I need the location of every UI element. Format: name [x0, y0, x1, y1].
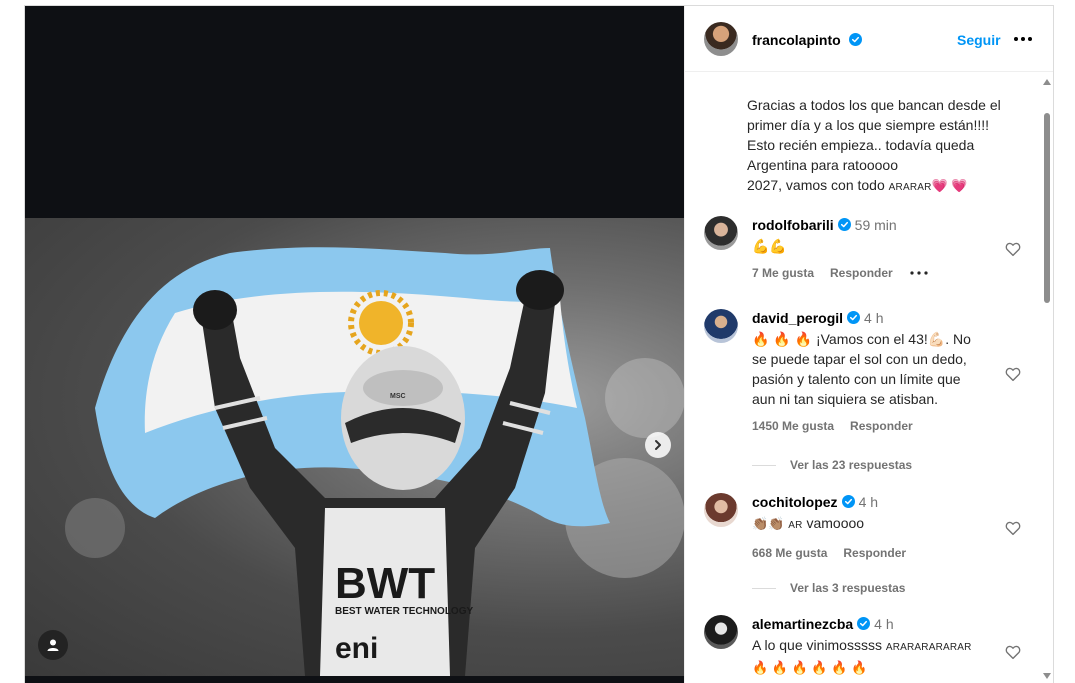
comment-avatar[interactable]	[704, 309, 738, 343]
author-avatar[interactable]	[704, 22, 738, 56]
heart-icon[interactable]	[1004, 519, 1022, 537]
reply-button[interactable]: Responder	[850, 419, 913, 433]
fire-emoji-row: 🔥 🔥 🔥 🔥 🔥 🔥	[752, 660, 868, 675]
comment-avatar[interactable]	[704, 493, 738, 527]
caption-hearts: 💗 💗	[931, 178, 968, 193]
follow-button[interactable]: Seguir	[957, 32, 1001, 48]
verified-badge-icon	[841, 495, 855, 508]
verified-badge-icon	[849, 33, 863, 46]
view-replies-button[interactable]: Ver las 23 respuestas	[752, 458, 912, 472]
comment-avatar[interactable]	[704, 615, 738, 649]
comment-username[interactable]: david_perogil	[752, 310, 843, 326]
comment-meta: 1450 Me gusta Responder	[752, 419, 1002, 433]
comment-header: david_perogil 4 h	[752, 309, 1002, 327]
author-name-wrap: francolapinto	[752, 32, 863, 50]
scrollbar-thumb[interactable]	[1044, 113, 1050, 303]
comment-main-text: A lo que vinimosssss	[752, 637, 882, 653]
next-media-button[interactable]	[645, 432, 671, 458]
comment-meta: 7 Me gusta Responder	[752, 266, 1002, 280]
comment-body: rodolfobarili 59 min 💪💪 7 Me gusta Respon…	[752, 216, 1002, 280]
comment-text: 🔥 🔥 🔥 ¡Vamos con el 43!💪🏻. No se puede t…	[752, 329, 1002, 409]
more-options-icon[interactable]	[909, 268, 929, 278]
chevron-right-icon	[655, 440, 661, 450]
reply-button[interactable]: Responder	[830, 266, 893, 280]
comment-time[interactable]: 59 min	[855, 217, 897, 233]
comments-scroll-area[interactable]: Gracias a todos los que bancan desde el …	[685, 73, 1053, 683]
comment-body: cochitolopez 4 h 👏🏽👏🏽 AR vamoooo 668 Me g…	[752, 493, 1002, 560]
comment-avatar[interactable]	[704, 216, 738, 250]
caption-last-text: 2027, vamos con todo	[747, 177, 885, 193]
more-options-icon[interactable]	[1012, 30, 1034, 48]
caption-flags: ARARAR	[888, 182, 932, 193]
author-username[interactable]: francolapinto	[752, 32, 841, 48]
comment-time[interactable]: 4 h	[859, 494, 878, 510]
scroll-down-arrow-icon[interactable]	[1043, 673, 1051, 679]
caption-line: Gracias a todos los que bancan desde el	[747, 97, 1001, 113]
post-photo: BWT BEST WATER TECHNOLOGY eni MSC	[25, 218, 684, 676]
comment-flags: ARARARARARAR	[885, 642, 972, 653]
comment-username[interactable]: rodolfobarili	[752, 217, 834, 233]
comment-text: A lo que vinimosssss ARARARARARAR 🔥 🔥 🔥 …	[752, 635, 1002, 678]
caption-line: Argentina para ratooooo	[747, 157, 898, 173]
heart-icon[interactable]	[1004, 240, 1022, 258]
comment-header: rodolfobarili 59 min	[752, 216, 1002, 234]
caption-line: 2027, vamos con todo ARARAR💗 💗	[747, 175, 1037, 198]
comment-flags: AR	[788, 520, 803, 531]
reply-button[interactable]: Responder	[843, 546, 906, 560]
user-icon	[47, 639, 59, 651]
comment-meta: 668 Me gusta Responder	[752, 546, 1002, 560]
comment-main-text: vamoooo	[806, 515, 865, 531]
comment-likes[interactable]: 1450 Me gusta	[752, 419, 834, 433]
clap-emoji-icon: 👏🏽👏🏽	[752, 516, 785, 531]
comment-text: 💪💪	[752, 238, 787, 254]
post-media: BWT BEST WATER TECHNOLOGY eni MSC	[25, 6, 684, 683]
tagged-users-button[interactable]	[38, 630, 68, 660]
comment-text-line: 🔥 🔥 🔥 ¡Vamos con el 43!💪🏻. No	[752, 331, 971, 347]
comment-username[interactable]: cochitolopez	[752, 494, 838, 510]
heart-icon[interactable]	[1004, 365, 1022, 383]
comment-text: 👏🏽👏🏽 AR vamoooo	[752, 513, 1002, 536]
helmet-brand: MSC	[390, 393, 406, 400]
comment-text-line: aun ni tan siquiera se atisban.	[752, 391, 939, 407]
comment-body: david_perogil 4 h 🔥 🔥 🔥 ¡Vamos con el 43!…	[752, 309, 1002, 433]
scroll-up-arrow-icon[interactable]	[1043, 79, 1051, 85]
sponsor-bwt-sub: BEST WATER TECHNOLOGY	[335, 606, 473, 617]
heart-icon[interactable]	[1004, 643, 1022, 661]
post-header: francolapinto Seguir	[685, 6, 1053, 72]
driver-celebration-image: BWT BEST WATER TECHNOLOGY eni MSC	[65, 247, 684, 676]
post-sidebar: francolapinto Seguir Gracias a todos los…	[684, 6, 1053, 683]
post-caption: Gracias a todos los que bancan desde el …	[747, 95, 1037, 198]
comment-likes[interactable]: 7 Me gusta	[752, 266, 814, 280]
post-dialog: BWT BEST WATER TECHNOLOGY eni MSC franco…	[24, 5, 1054, 683]
comment-time[interactable]: 4 h	[864, 310, 883, 326]
caption-line: Esto recién empieza.. todavía queda	[747, 137, 975, 153]
sponsor-eni: eni	[335, 632, 378, 665]
comment-time[interactable]: 4 h	[874, 616, 893, 632]
sponsor-bwt: BWT	[335, 559, 435, 608]
comment-body: alemartinezcba 4 h A lo que vinimosssss A…	[752, 615, 1002, 678]
comments-scrollbar[interactable]	[1040, 73, 1053, 683]
comment-header: alemartinezcba 4 h	[752, 615, 1002, 633]
caption-line: primer día y a los que siempre están!!!!	[747, 117, 989, 133]
replies-divider	[752, 464, 776, 466]
view-replies-label[interactable]: Ver las 23 respuestas	[790, 458, 912, 472]
replies-divider	[752, 587, 776, 589]
verified-badge-icon	[857, 617, 871, 630]
view-replies-button[interactable]: Ver las 3 respuestas	[752, 581, 905, 595]
comment-likes[interactable]: 668 Me gusta	[752, 546, 827, 560]
comment-text-line: pasión y talento con un límite que	[752, 371, 961, 387]
verified-badge-icon	[847, 311, 861, 324]
view-replies-label[interactable]: Ver las 3 respuestas	[790, 581, 905, 595]
verified-badge-icon	[837, 218, 851, 231]
comment-username[interactable]: alemartinezcba	[752, 616, 853, 632]
comment-header: cochitolopez 4 h	[752, 493, 1002, 511]
comment-text-line: se puede tapar el sol con un dedo,	[752, 351, 967, 367]
